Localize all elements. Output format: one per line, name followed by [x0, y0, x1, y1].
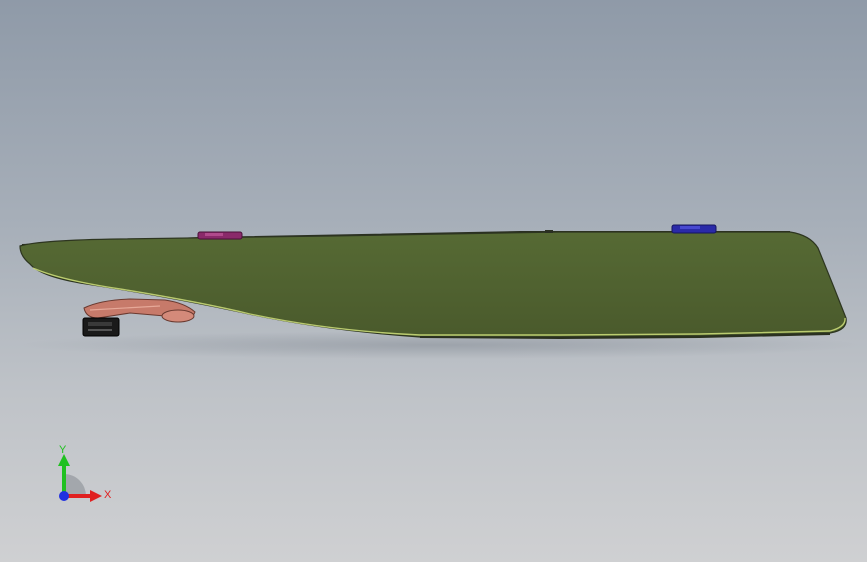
- mount-block[interactable]: [82, 317, 120, 337]
- model-view[interactable]: [0, 0, 867, 562]
- z-axis-dot: [59, 491, 69, 501]
- graphics-viewport[interactable]: Y X: [0, 0, 867, 562]
- axis-triad: Y X: [58, 444, 112, 502]
- y-axis-label: Y: [59, 444, 67, 456]
- x-axis-label: X: [104, 489, 112, 501]
- panel-body[interactable]: [19, 231, 847, 338]
- clip-right[interactable]: [671, 224, 717, 234]
- clip-left[interactable]: [197, 231, 243, 240]
- top-nub: [545, 230, 553, 233]
